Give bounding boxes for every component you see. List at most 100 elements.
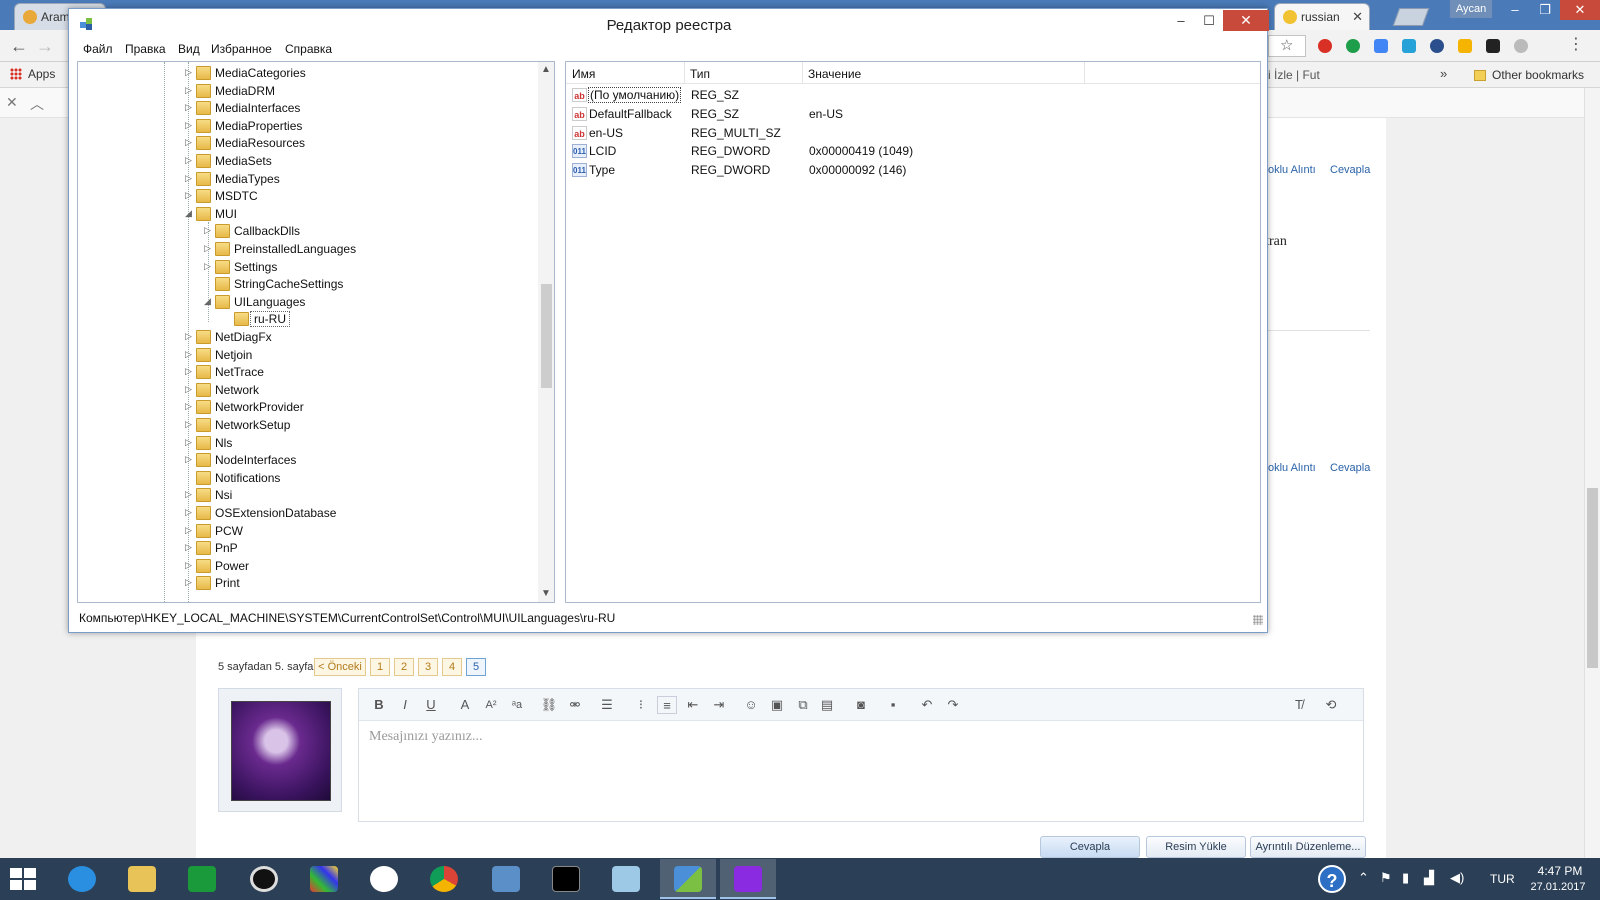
bold-icon[interactable]: B — [369, 696, 389, 714]
expand-arrow-icon[interactable]: ▷ — [185, 437, 192, 448]
tray-overflow-chevron-icon[interactable]: ⌃ — [1358, 870, 1369, 886]
expand-arrow-icon[interactable]: ▷ — [185, 173, 192, 184]
window-titlebar[interactable]: Редактор реестра – ☐ ✕ — [69, 9, 1269, 39]
expand-arrow-icon[interactable]: ▷ — [185, 560, 192, 571]
value-row[interactable]: ab en-US REG_MULTI_SZ — [566, 124, 1260, 143]
clock-time[interactable]: 4:47 PM — [1530, 864, 1590, 878]
gallery-icon[interactable]: ⧉ — [793, 696, 813, 714]
browser-close-button[interactable]: ✕ — [1560, 0, 1600, 20]
expand-arrow-icon[interactable]: ▷ — [185, 384, 192, 395]
expand-arrow-icon[interactable]: ▷ — [185, 401, 192, 412]
tab-close-icon[interactable]: ✕ — [1352, 9, 1363, 25]
clock-date[interactable]: 27.01.2017 — [1524, 881, 1592, 893]
pagination-page-button[interactable]: 4 — [442, 658, 462, 676]
expand-arrow-icon[interactable]: ▷ — [185, 454, 192, 465]
column-divider[interactable] — [684, 62, 685, 84]
expand-arrow-icon[interactable]: ▷ — [185, 331, 192, 342]
font-family-icon[interactable]: ᵃa — [507, 696, 527, 714]
tree-scrollbar-thumb[interactable] — [541, 284, 552, 388]
expand-arrow-icon[interactable]: ▷ — [204, 261, 211, 272]
battery-icon[interactable]: ▮ — [1402, 870, 1409, 886]
close-button[interactable]: ✕ — [1223, 10, 1269, 31]
column-header-name[interactable]: Имя — [572, 67, 595, 81]
collapse-arrow-icon[interactable]: ◢ — [204, 296, 211, 307]
expand-arrow-icon[interactable]: ▷ — [204, 225, 211, 236]
taskbar-control-panel[interactable] — [478, 859, 534, 899]
outdent-icon[interactable]: ⇤ — [683, 696, 703, 714]
upload-image-button[interactable]: Resim Yükle — [1146, 836, 1246, 858]
menu-favorites[interactable]: Избранное — [211, 42, 272, 56]
pagination-page-button[interactable]: 1 — [370, 658, 390, 676]
scroll-up-icon[interactable]: ▲ — [541, 64, 551, 75]
menu-file[interactable]: Файл — [83, 42, 113, 56]
multi-quote-link[interactable]: oklu Alıntı — [1268, 164, 1316, 176]
taskbar-command-prompt[interactable] — [538, 859, 594, 899]
profile-button[interactable]: Aycan — [1450, 0, 1492, 18]
align-icon[interactable]: ☰ — [597, 696, 617, 714]
column-header-value[interactable]: Значение — [808, 67, 861, 81]
expand-arrow-icon[interactable]: ▷ — [185, 102, 192, 113]
expand-arrow-icon[interactable]: ▷ — [185, 190, 192, 201]
save-icon[interactable]: ▪ — [883, 696, 903, 714]
resize-grip[interactable] — [1253, 615, 1263, 625]
signal-icon[interactable]: ▟ — [1424, 870, 1434, 886]
extension-icon[interactable] — [1402, 39, 1416, 53]
expand-arrow-icon[interactable]: ▷ — [185, 120, 192, 131]
pagination-current-page[interactable]: 5 — [466, 658, 486, 676]
bulleted-list-icon[interactable]: ⁝ — [631, 696, 651, 714]
taskbar-app[interactable] — [296, 859, 352, 899]
extension-icon[interactable] — [1486, 39, 1500, 53]
start-button[interactable] — [10, 868, 38, 892]
expand-arrow-icon[interactable]: ▷ — [204, 243, 211, 254]
close-icon[interactable]: ✕ — [6, 94, 18, 111]
indent-icon[interactable]: ⇥ — [709, 696, 729, 714]
page-scrollbar[interactable] — [1584, 88, 1600, 858]
value-row[interactable]: ab (По умолчанию) REG_SZ — [566, 86, 1260, 105]
flag-icon[interactable]: ⚑ — [1380, 870, 1392, 886]
remove-format-icon[interactable]: T̸ — [1289, 696, 1309, 714]
pagination-page-button[interactable]: 2 — [394, 658, 414, 676]
menu-edit[interactable]: Правка — [125, 42, 166, 56]
page-scrollbar-thumb[interactable] — [1587, 488, 1598, 668]
expand-arrow-icon[interactable]: ▷ — [185, 155, 192, 166]
expand-arrow-icon[interactable]: ▷ — [185, 137, 192, 148]
font-size-icon[interactable]: A² — [481, 696, 501, 714]
taskbar-hp[interactable] — [356, 859, 412, 899]
underline-icon[interactable]: U — [421, 696, 441, 714]
bookmark-item[interactable]: i İzle | Fut — [1268, 68, 1320, 82]
reply-link[interactable]: Cevapla — [1330, 462, 1370, 474]
extension-icon[interactable] — [1374, 39, 1388, 53]
image-icon[interactable]: ▣ — [767, 696, 787, 714]
browser-tab-active[interactable]: russian ✕ — [1274, 3, 1370, 30]
undo-icon[interactable]: ↶ — [917, 696, 937, 714]
column-divider[interactable] — [1084, 62, 1085, 84]
forward-arrow-icon[interactable]: → — [36, 36, 54, 57]
message-input[interactable]: Mesajınızı yazınız... — [369, 729, 483, 745]
source-mode-icon[interactable]: ⟲ — [1321, 696, 1341, 714]
taskbar-regedit[interactable] — [660, 859, 716, 899]
pagination-page-button[interactable]: 3 — [418, 658, 438, 676]
column-divider[interactable] — [802, 62, 803, 84]
other-bookmarks-folder[interactable]: Other bookmarks — [1474, 68, 1584, 82]
taskbar-chrome[interactable] — [416, 859, 472, 899]
multi-quote-link[interactable]: oklu Alıntı — [1268, 462, 1316, 474]
camera-icon[interactable]: ◙ — [851, 696, 871, 714]
taskbar-file-explorer[interactable] — [114, 859, 170, 899]
taskbar-app[interactable] — [236, 859, 292, 899]
bookmark-star-icon[interactable]: ☆ — [1280, 36, 1293, 54]
expand-arrow-icon[interactable]: ▷ — [185, 489, 192, 500]
italic-icon[interactable]: I — [395, 696, 415, 714]
redo-icon[interactable]: ↷ — [943, 696, 963, 714]
value-row[interactable]: ab DefaultFallback REG_SZ en-US — [566, 105, 1260, 124]
expand-arrow-icon[interactable]: ▷ — [185, 507, 192, 518]
maximize-button[interactable]: ☐ — [1195, 11, 1223, 31]
browser-minimize-button[interactable]: – — [1500, 0, 1530, 20]
expand-arrow-icon[interactable]: ▷ — [185, 349, 192, 360]
extension-icon[interactable] — [1514, 39, 1528, 53]
expand-arrow-icon[interactable]: ▷ — [185, 542, 192, 553]
tree-scrollbar[interactable]: ▲ ▼ — [538, 62, 554, 602]
taskbar-search-app[interactable] — [720, 859, 776, 899]
value-row[interactable]: 011 LCID REG_DWORD 0x00000419 (1049) — [566, 142, 1260, 161]
column-header-type[interactable]: Тип — [690, 67, 710, 81]
bookmarks-overflow-button[interactable]: » — [1440, 66, 1447, 81]
